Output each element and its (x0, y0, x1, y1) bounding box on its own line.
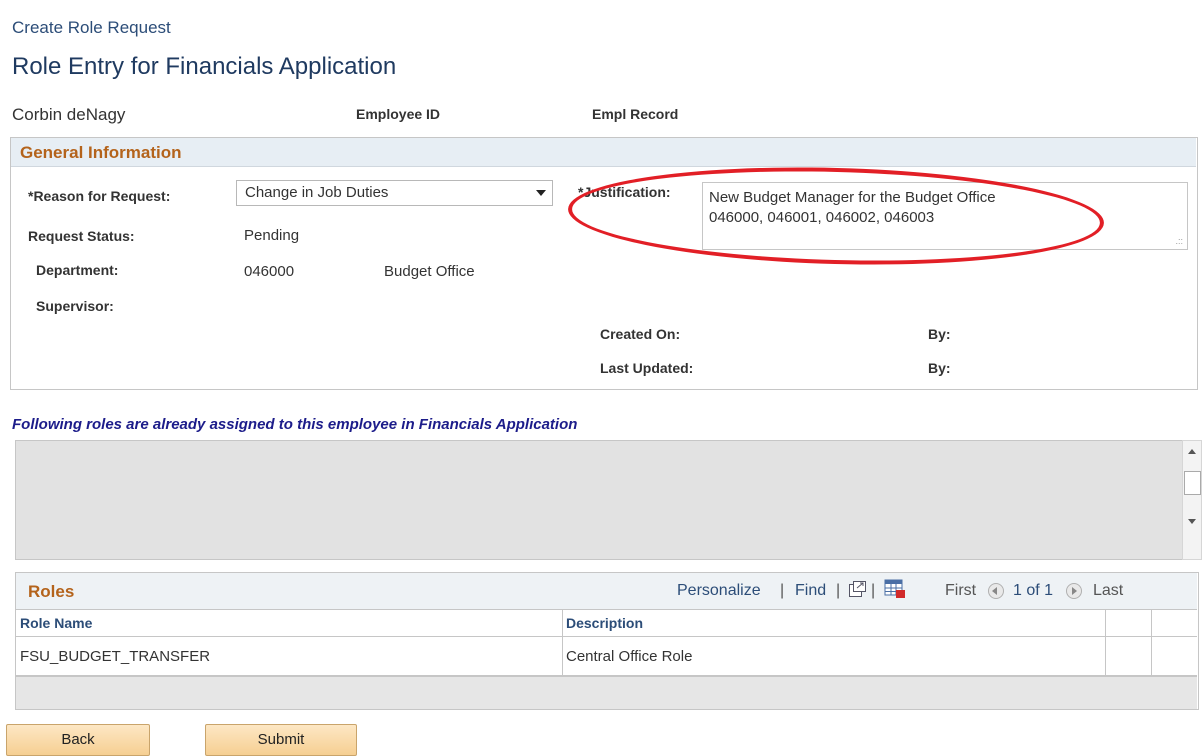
previous-page-icon[interactable] (988, 583, 1004, 599)
general-information-panel (10, 137, 1198, 390)
column-header-role-name[interactable]: Role Name (20, 615, 92, 631)
roles-column-header-row: Role Name Description (16, 610, 1197, 637)
assigned-roles-textarea[interactable] (15, 440, 1183, 560)
general-information-header: General Information (11, 138, 1196, 167)
description-cell: Central Office Role (566, 648, 693, 665)
roles-grid-title: Roles (28, 582, 75, 601)
employee-id-label: Employee ID (356, 106, 441, 122)
general-information-heading: General Information (20, 143, 182, 162)
last-label: Last (1093, 582, 1124, 599)
separator: | (836, 582, 841, 599)
request-status-value: Pending (244, 227, 300, 244)
empl-record-label: Empl Record (592, 106, 679, 122)
first-label: First (945, 582, 977, 599)
department-label: Department: (36, 262, 119, 278)
justification-label: *Justification: (578, 184, 671, 200)
grid-footer (16, 676, 1197, 709)
scroll-thumb[interactable] (1184, 471, 1201, 495)
breadcrumb: Create Role Request (12, 18, 171, 37)
assigned-roles-heading: Following roles are already assigned to … (12, 416, 578, 433)
page-info: 1 of 1 (1013, 582, 1054, 599)
spreadsheet-download-icon[interactable] (884, 579, 906, 599)
resize-grip-icon[interactable]: .:: (1175, 236, 1183, 246)
column-header-description[interactable]: Description (566, 615, 643, 631)
chevron-down-icon[interactable] (536, 190, 546, 196)
new-window-icon[interactable] (848, 581, 866, 599)
reason-select[interactable]: Change in Job Duties (236, 180, 553, 206)
department-name: Budget Office (384, 263, 475, 280)
vertical-scrollbar[interactable] (1182, 440, 1202, 560)
find-link[interactable]: Find (795, 582, 826, 600)
last-updated-label: Last Updated: (600, 360, 694, 376)
justification-line-1: New Budget Manager for the Budget Office (709, 189, 996, 206)
scroll-up-icon[interactable] (1188, 449, 1196, 454)
employee-name: Corbin deNagy (12, 105, 126, 124)
submit-button[interactable]: Submit (205, 724, 357, 756)
separator: | (871, 582, 876, 599)
updated-by-label: By: (928, 360, 951, 376)
justification-textarea[interactable]: New Budget Manager for the Budget Office… (702, 182, 1188, 250)
supervisor-label: Supervisor: (36, 298, 114, 314)
personalize-link[interactable]: Personalize (677, 582, 761, 600)
separator: | (780, 582, 785, 599)
request-status-label: Request Status: (28, 228, 135, 244)
role-name-cell: FSU_BUDGET_TRANSFER (20, 648, 211, 665)
reason-select-value: Change in Job Duties (245, 184, 389, 201)
scroll-down-icon[interactable] (1188, 519, 1196, 524)
table-row[interactable]: FSU_BUDGET_TRANSFER Central Office Role (16, 637, 1197, 675)
back-button[interactable]: Back (6, 724, 150, 756)
page-title: Role Entry for Financials Application (12, 53, 397, 80)
created-on-label: Created On: (600, 326, 681, 342)
created-by-label: By: (928, 326, 951, 342)
department-code: 046000 (244, 263, 295, 280)
justification-line-2: 046000, 046001, 046002, 046003 (709, 209, 935, 226)
reason-label: *Reason for Request: (28, 188, 171, 204)
next-page-icon[interactable] (1066, 583, 1082, 599)
